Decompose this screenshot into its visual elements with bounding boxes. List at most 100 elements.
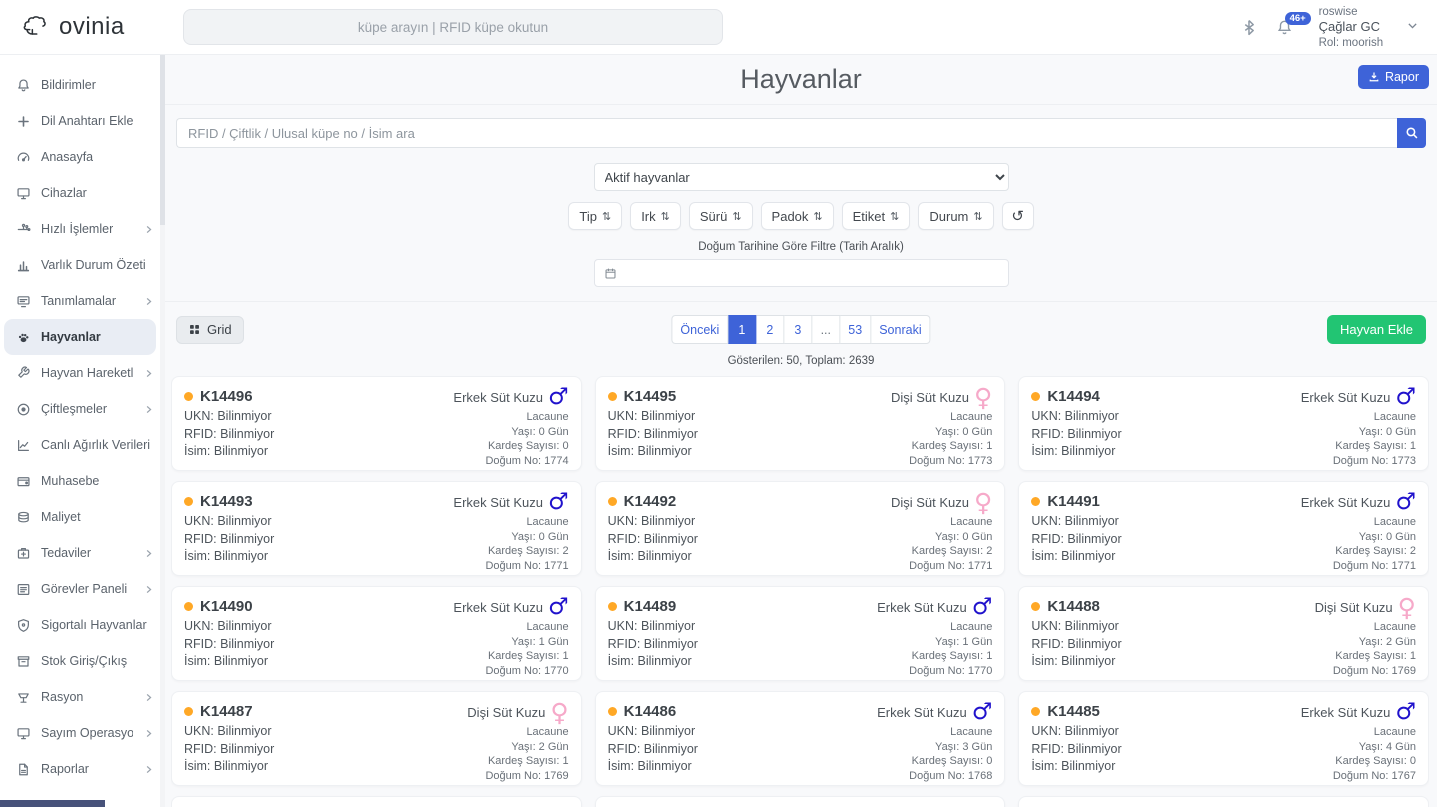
filter-button-tip[interactable]: Tip ⇅ (568, 202, 622, 230)
sidebar-item-ciftlesmeler[interactable]: Çiftleşmeler (0, 391, 164, 427)
animal-card[interactable]: K14485 UKN: Bilinmiyor RFID: Bilinmiyor … (1018, 691, 1429, 786)
filter-button-etiket[interactable]: Etiket ⇅ (842, 202, 911, 230)
animal-card[interactable]: K14491 UKN: Bilinmiyor RFID: Bilinmiyor … (1018, 481, 1429, 576)
header-quick-search[interactable]: küpe arayın | RFID küpe okutun (183, 9, 723, 45)
sidebar-item-gorevler-paneli[interactable]: Görevler Paneli (0, 571, 164, 607)
animal-ukn: UKN: Bilinmiyor (1031, 618, 1121, 636)
brand[interactable]: ovinia (0, 13, 165, 41)
animal-id: K14486 (624, 703, 677, 720)
sidebar-item-anasayfa[interactable]: Anasayfa (0, 139, 164, 175)
status-dot-icon (184, 497, 193, 506)
sidebar-item-rasyon[interactable]: Rasyon (0, 679, 164, 715)
animal-card[interactable]: K14492 UKN: Bilinmiyor RFID: Bilinmiyor … (595, 481, 1006, 576)
animal-card[interactable]: K14488 UKN: Bilinmiyor RFID: Bilinmiyor … (1018, 586, 1429, 681)
status-dot-icon (1031, 707, 1040, 716)
user-menu[interactable]: roswise Çağlar GC Rol: moorish (1319, 5, 1419, 50)
animal-search-input[interactable] (176, 118, 1397, 148)
sidebar-item-muhasebe[interactable]: Muhasebe (0, 463, 164, 499)
sidebar-item-hayvanlar[interactable]: Hayvanlar (4, 319, 156, 355)
animal-ukn: UKN: Bilinmiyor (608, 618, 698, 636)
grid-view-toggle[interactable]: Grid (176, 316, 244, 344)
pagination-page-2[interactable]: 2 (756, 315, 784, 344)
animal-name: İsim: Bilinmiyor (184, 443, 274, 461)
search-button[interactable] (1397, 118, 1426, 148)
report-button[interactable]: Rapor (1358, 65, 1429, 89)
sidebar: Bildirimler Dil Anahtarı Ekle Anasayfa C… (0, 55, 165, 807)
filter-button-label: Irk (641, 209, 655, 224)
pagination-next[interactable]: Sonraki (871, 315, 930, 344)
animal-id: K14488 (1047, 598, 1100, 615)
pagination-prev[interactable]: Önceki (671, 315, 728, 344)
brand-name: ovinia (59, 13, 125, 41)
animal-breed: Lacaune (526, 725, 568, 740)
pagination-page-1[interactable]: 1 (728, 315, 756, 344)
sidebar-item-tedaviler[interactable]: Tedaviler (0, 535, 164, 571)
add-animal-button[interactable]: Hayvan Ekle (1327, 315, 1426, 344)
animal-siblings: Kardeş Sayısı: 1 (1335, 439, 1416, 454)
animal-age: Yaşı: 0 Gün (935, 425, 992, 440)
status-dot-icon (1031, 497, 1040, 506)
animal-siblings: Kardeş Sayısı: 1 (912, 649, 993, 664)
chevron-right-icon (143, 584, 154, 595)
birthdate-range-input[interactable] (594, 259, 1009, 287)
animal-birth-no: Doğum No: 1769 (485, 769, 568, 784)
chevron-right-icon (143, 224, 154, 235)
sidebar-item-hizli-islemler[interactable]: Hızlı İşlemler (0, 211, 164, 247)
animal-card[interactable]: K14490 UKN: Bilinmiyor RFID: Bilinmiyor … (171, 586, 582, 681)
filter-button-padok[interactable]: Padok ⇅ (761, 202, 834, 230)
pagination-page-53[interactable]: 53 (840, 315, 871, 344)
animal-card[interactable]: K14487 UKN: Bilinmiyor RFID: Bilinmiyor … (171, 691, 582, 786)
animal-name: İsim: Bilinmiyor (608, 443, 698, 461)
animal-card[interactable]: K14489 UKN: Bilinmiyor RFID: Bilinmiyor … (595, 586, 1006, 681)
animal-card[interactable]: K14496 UKN: Bilinmiyor RFID: Bilinmiyor … (171, 376, 582, 471)
reset-filters-button[interactable]: ↺ (1002, 202, 1034, 230)
animal-card-partial[interactable]: ♂ (1018, 796, 1429, 807)
animal-type: Erkek Süt Kuzu (1301, 705, 1391, 720)
notifications-bell-icon[interactable]: 46+ (1276, 19, 1293, 36)
ration-icon (16, 690, 31, 705)
sidebar-item-label: Stok Giriş/Çıkış (41, 654, 127, 668)
sidebar-item-sayim-operasyonlari[interactable]: Sayım Operasyonları (0, 715, 164, 751)
chevron-right-icon (143, 764, 154, 775)
chevron-right-icon (143, 728, 154, 739)
sidebar-item-label: Tedaviler (41, 546, 91, 560)
animal-siblings: Kardeş Sayısı: 2 (488, 544, 569, 559)
animal-card[interactable]: K14493 UKN: Bilinmiyor RFID: Bilinmiyor … (171, 481, 582, 576)
sidebar-item-tanimlamalar[interactable]: Tanımlamalar (0, 283, 164, 319)
sidebar-item-bildirimler[interactable]: Bildirimler (0, 67, 164, 103)
animal-card-partial[interactable]: ♀ (171, 796, 582, 807)
quick-icon (16, 222, 31, 237)
sidebar-item-varlik-durum-ozeti[interactable]: Varlık Durum Özeti (0, 247, 164, 283)
sidebar-item-stok-giris-cikis[interactable]: Stok Giriş/Çıkış (0, 643, 164, 679)
animal-id: K14496 (200, 388, 253, 405)
sidebar-scrollbar-track[interactable] (160, 55, 165, 807)
bluetooth-icon[interactable] (1241, 19, 1258, 36)
animal-birth-no: Doğum No: 1773 (909, 454, 992, 469)
animal-card-partial[interactable]: ♀ (595, 796, 1006, 807)
animal-id: K14485 (1047, 703, 1100, 720)
sidebar-item-canli-agirlik-verileri[interactable]: Canlı Ağırlık Verileri (0, 427, 164, 463)
sidebar-item-cihazlar[interactable]: Cihazlar (0, 175, 164, 211)
target-icon (16, 402, 31, 417)
sidebar-item-maliyet[interactable]: Maliyet (0, 499, 164, 535)
animal-ukn: UKN: Bilinmiyor (1031, 408, 1121, 426)
pagination-page-3[interactable]: 3 (784, 315, 812, 344)
animal-card[interactable]: K14495 UKN: Bilinmiyor RFID: Bilinmiyor … (595, 376, 1006, 471)
filter-button-sürü[interactable]: Sürü ⇅ (689, 202, 753, 230)
filter-button-irk[interactable]: Irk ⇅ (630, 202, 681, 230)
pagination-page-...[interactable]: ... (812, 315, 840, 344)
animal-card[interactable]: K14486 UKN: Bilinmiyor RFID: Bilinmiyor … (595, 691, 1006, 786)
animal-rfid: RFID: Bilinmiyor (608, 426, 698, 444)
sidebar-item-sigortali-hayvanlar[interactable]: Sigortalı Hayvanlar (0, 607, 164, 643)
male-gender-icon: ♂ (548, 596, 569, 619)
sidebar-item-hayvan-hareketleri[interactable]: Hayvan Hareketleri (0, 355, 164, 391)
filter-button-durum[interactable]: Durum ⇅ (918, 202, 993, 230)
horizontal-scrollbar-thumb[interactable] (0, 800, 105, 807)
sidebar-item-dil-anahtari-ekle[interactable]: Dil Anahtarı Ekle (0, 103, 164, 139)
status-filter-select[interactable]: Aktif hayvanlar (594, 163, 1009, 191)
male-gender-icon: ♂ (972, 701, 993, 724)
status-dot-icon (608, 602, 617, 611)
grid-icon (188, 323, 201, 336)
animal-card[interactable]: K14494 UKN: Bilinmiyor RFID: Bilinmiyor … (1018, 376, 1429, 471)
sidebar-item-raporlar[interactable]: Raporlar (0, 751, 164, 787)
